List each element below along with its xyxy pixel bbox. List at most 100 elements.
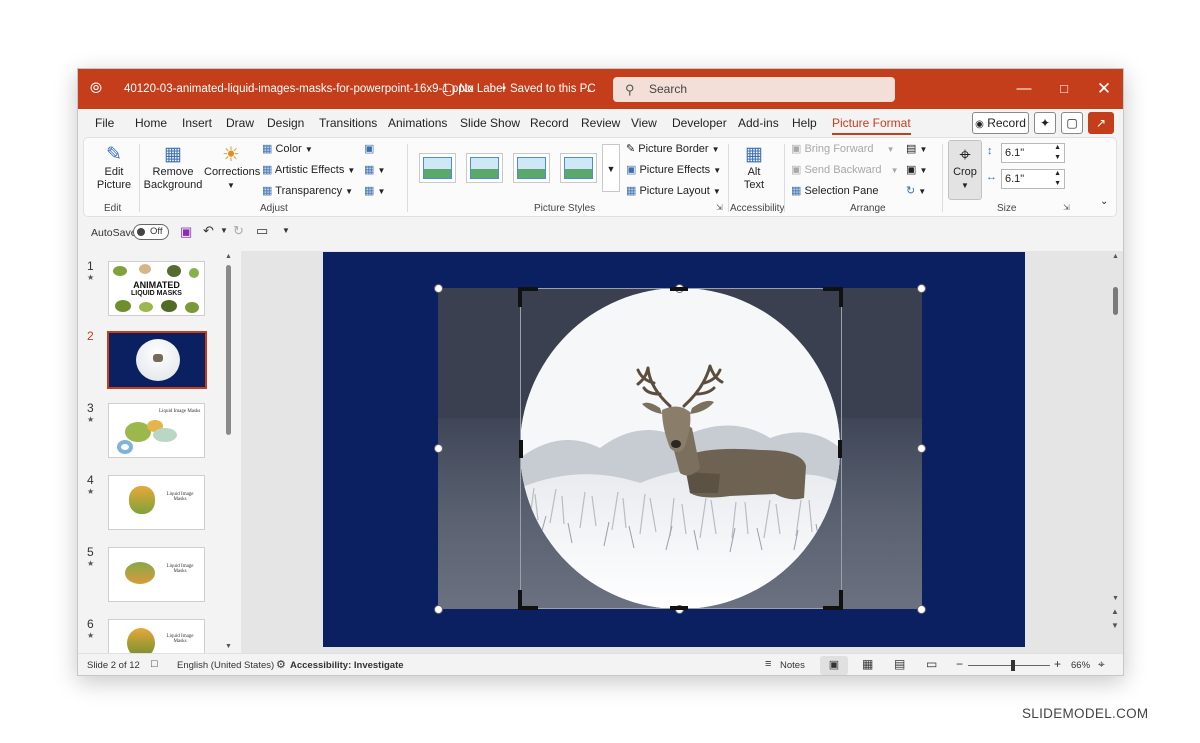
tab-animations[interactable]: Animations bbox=[388, 116, 447, 130]
sensitivity-label[interactable]: No Label bbox=[459, 69, 505, 109]
alt-text-button[interactable]: ▦ Alt Text bbox=[734, 144, 774, 192]
picture-effects-button[interactable]: ▣ Picture Effects ▼ bbox=[626, 163, 721, 176]
zoom-level[interactable]: 66% bbox=[1071, 660, 1090, 671]
crop-button[interactable]: ⌖ Crop ▼ bbox=[948, 140, 982, 200]
autosave-toggle[interactable]: Off bbox=[133, 224, 169, 240]
crop-frame[interactable] bbox=[520, 288, 842, 609]
copilot-icon[interactable]: ✦ bbox=[1034, 112, 1056, 134]
color-button[interactable]: ▦ Color ▼ bbox=[262, 142, 313, 155]
thumbnail-scrollbar[interactable] bbox=[226, 265, 231, 435]
resize-handle-top-right[interactable] bbox=[917, 284, 926, 293]
tab-developer[interactable]: Developer bbox=[672, 116, 727, 130]
bring-forward-button[interactable]: ▣ Bring Forward ▼ bbox=[791, 142, 895, 155]
slide-show-icon[interactable]: ▭ bbox=[926, 657, 937, 671]
scroll-up-icon[interactable]: ▲ bbox=[1112, 253, 1119, 260]
powerpoint-logo-icon[interactable]: ⦾ bbox=[90, 69, 102, 109]
picture-border-button[interactable]: ✎ Picture Border ▼ bbox=[626, 142, 720, 155]
previous-slide-icon[interactable]: ▲ bbox=[1111, 607, 1119, 616]
accessibility-status[interactable]: Accessibility: Investigate bbox=[290, 660, 404, 671]
slide-thumbnail-5[interactable]: Liquid Image Masks bbox=[108, 547, 205, 602]
zoom-slider-thumb[interactable] bbox=[1011, 660, 1016, 671]
slide-sorter-icon[interactable]: ▦ bbox=[862, 657, 873, 671]
undo-icon[interactable]: ↶ bbox=[203, 223, 214, 239]
group-objects-icon[interactable]: ▣ ▼ bbox=[906, 163, 927, 176]
tab-help[interactable]: Help bbox=[792, 116, 817, 130]
fit-to-window-icon[interactable]: ⌖ bbox=[1098, 657, 1105, 672]
collapse-ribbon-icon[interactable]: ⌄ bbox=[1100, 196, 1108, 207]
crop-handle-left[interactable] bbox=[519, 440, 523, 458]
dialog-launcher-icon[interactable]: ⇲ bbox=[716, 203, 723, 212]
rotate-icon[interactable]: ↻ ▼ bbox=[906, 184, 926, 197]
present-icon[interactable]: ▭ bbox=[256, 223, 268, 239]
normal-view-icon[interactable]: ▣ bbox=[820, 656, 848, 675]
tab-record[interactable]: Record bbox=[530, 116, 569, 130]
styles-gallery-more-button[interactable]: ▼ bbox=[602, 144, 620, 192]
slide-counter[interactable]: Slide 2 of 12 bbox=[87, 660, 140, 671]
tab-design[interactable]: Design bbox=[267, 116, 304, 130]
reset-picture-icon[interactable]: ▦ ▼ bbox=[364, 184, 385, 197]
notes-icon[interactable]: ≡ bbox=[765, 658, 771, 670]
customize-toolbar-icon[interactable]: ▼ bbox=[282, 226, 290, 235]
notes-button[interactable]: Notes bbox=[780, 660, 805, 671]
slide-thumbnail-3[interactable]: Liquid Image Masks bbox=[108, 403, 205, 458]
resize-handle-bottom-right[interactable] bbox=[917, 605, 926, 614]
slide-thumbnail-2[interactable] bbox=[107, 331, 207, 389]
accessibility-icon[interactable]: ⚙ bbox=[276, 658, 286, 671]
current-slide[interactable] bbox=[323, 252, 1025, 647]
transparency-button[interactable]: ▦ Transparency ▼ bbox=[262, 184, 353, 197]
change-picture-icon[interactable]: ▦ ▼ bbox=[364, 163, 385, 176]
resize-handle-left[interactable] bbox=[434, 444, 443, 453]
close-icon[interactable]: ✕ bbox=[1084, 69, 1123, 109]
tab-view[interactable]: View bbox=[631, 116, 657, 130]
save-icon[interactable]: ▣ bbox=[180, 224, 192, 240]
zoom-out-icon[interactable]: − bbox=[956, 657, 963, 671]
picture-style-thumb[interactable] bbox=[560, 153, 597, 183]
search-input[interactable]: ⚲ Search bbox=[613, 77, 895, 102]
tab-draw[interactable]: Draw bbox=[226, 116, 254, 130]
next-slide-icon[interactable]: ▼ bbox=[1111, 621, 1119, 630]
tab-file[interactable]: File bbox=[95, 116, 114, 130]
align-icon[interactable]: ▤ ▼ bbox=[906, 142, 927, 155]
spelling-check-icon[interactable]: □ bbox=[151, 658, 158, 670]
tab-slide-show[interactable]: Slide Show bbox=[460, 116, 520, 130]
slide-thumbnail-1[interactable]: ANIMATED LIQUID MASKS bbox=[108, 261, 205, 316]
chevron-down-icon[interactable]: ▼ bbox=[220, 226, 228, 235]
dialog-launcher-icon[interactable]: ⇲ bbox=[1063, 203, 1070, 212]
comments-icon[interactable]: ▢ bbox=[1061, 112, 1083, 134]
reading-view-icon[interactable]: ▤ bbox=[894, 657, 905, 671]
height-input[interactable]: 6.1" ▲ ▼ bbox=[1001, 143, 1065, 163]
tab-transitions[interactable]: Transitions bbox=[319, 116, 377, 130]
maximize-icon[interactable]: □ bbox=[1044, 69, 1084, 109]
compress-pictures-icon[interactable]: ▣ bbox=[364, 142, 374, 155]
scrollbar-thumb[interactable] bbox=[1113, 287, 1118, 315]
scroll-up-icon[interactable]: ▲ bbox=[225, 253, 232, 260]
crop-handle-top[interactable] bbox=[670, 287, 688, 291]
canvas-vertical-scrollbar[interactable]: ▲ ▼ ▲ ▼ bbox=[1108, 251, 1123, 653]
redo-icon[interactable]: ↻ bbox=[233, 223, 244, 239]
remove-background-button[interactable]: ▦ Remove Background bbox=[142, 144, 204, 192]
picture-layout-button[interactable]: ▦ Picture Layout ▼ bbox=[626, 184, 721, 197]
tab-add-ins[interactable]: Add-ins bbox=[738, 116, 779, 130]
tab-insert[interactable]: Insert bbox=[182, 116, 212, 130]
send-backward-button[interactable]: ▣ Send Backward ▼ bbox=[791, 163, 899, 176]
corrections-button[interactable]: ☀ Corrections ▼ bbox=[204, 144, 260, 192]
tab-home[interactable]: Home bbox=[135, 116, 167, 130]
tab-picture-format[interactable]: Picture Format bbox=[832, 116, 911, 135]
chevron-down-icon[interactable]: ⌄ bbox=[585, 69, 593, 109]
spinner-icon[interactable]: ▲ ▼ bbox=[1054, 143, 1061, 163]
artistic-effects-button[interactable]: ▦ Artistic Effects ▼ bbox=[262, 163, 355, 176]
picture-style-thumb[interactable] bbox=[513, 153, 550, 183]
resize-handle-bottom-left[interactable] bbox=[434, 605, 443, 614]
record-button[interactable]: ◉ Record bbox=[972, 112, 1029, 134]
spinner-icon[interactable]: ▲ ▼ bbox=[1054, 169, 1061, 189]
width-input[interactable]: 6.1" ▲ ▼ bbox=[1001, 169, 1065, 189]
crop-handle-right[interactable] bbox=[838, 440, 842, 458]
tab-review[interactable]: Review bbox=[581, 116, 620, 130]
picture-style-thumb[interactable] bbox=[466, 153, 503, 183]
resize-handle-right[interactable] bbox=[917, 444, 926, 453]
sensitivity-shield-icon[interactable]: ◯ bbox=[442, 69, 455, 109]
save-status[interactable]: Saved to this PC bbox=[510, 69, 596, 109]
zoom-slider[interactable] bbox=[968, 660, 1050, 671]
resize-handle-top-left[interactable] bbox=[434, 284, 443, 293]
share-icon[interactable]: ↗ bbox=[1088, 112, 1114, 134]
